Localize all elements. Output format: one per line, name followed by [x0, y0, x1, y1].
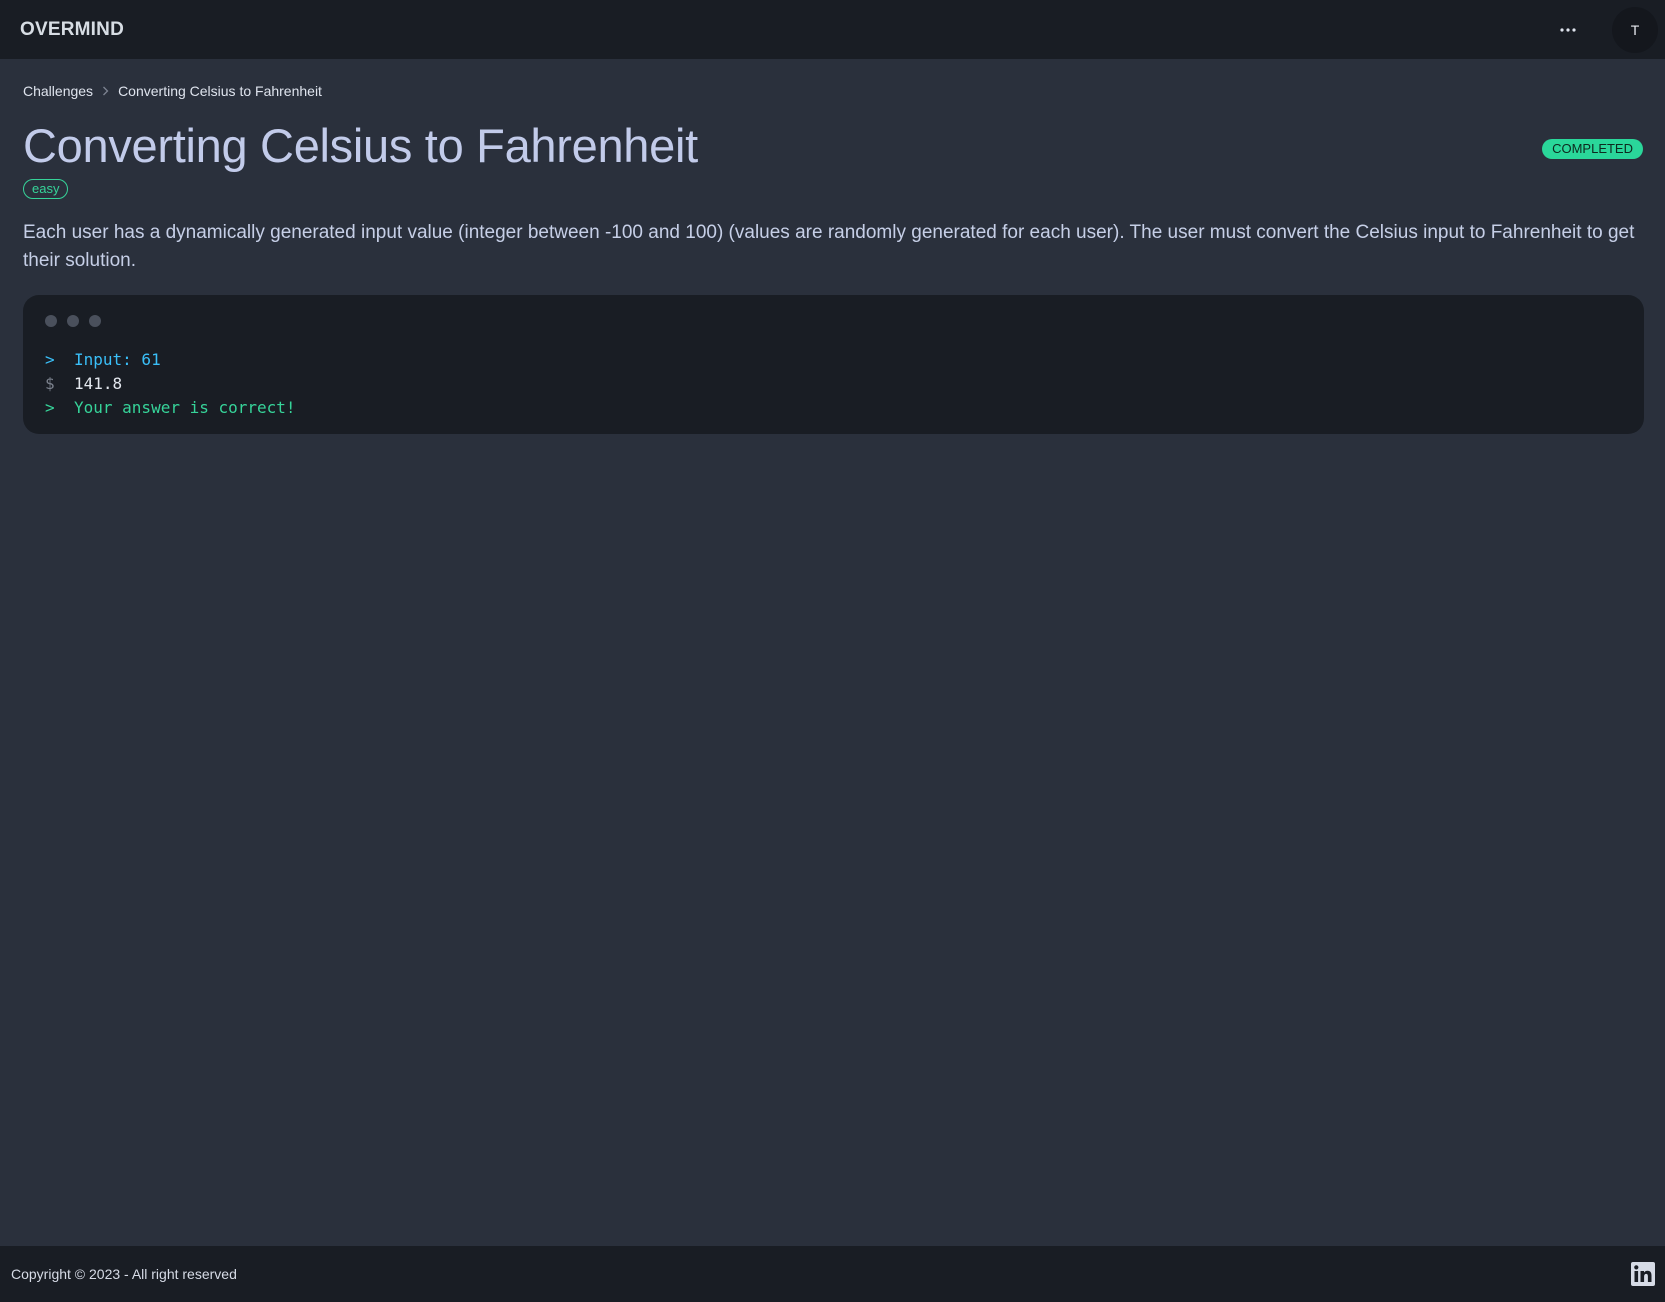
terminal-line-text: Your answer is correct! — [74, 398, 296, 418]
terminal-line-answer: $ 141.8 — [45, 372, 1622, 396]
window-dot — [67, 315, 79, 328]
linkedin-icon[interactable] — [1631, 1262, 1655, 1286]
difficulty-badge: easy — [23, 179, 69, 200]
breadcrumb: Challenges Converting Celsius to Fahrenh… — [23, 81, 1643, 101]
user-avatar[interactable]: T — [1612, 6, 1658, 53]
window-dots — [45, 315, 1622, 328]
terminal-lines: > Input: 61 $ 141.8 > Your answer is cor… — [45, 348, 1622, 420]
copyright-text: Copyright © 2023 - All right reserved — [11, 1266, 237, 1282]
challenge-description: Each user has a dynamically generated in… — [23, 222, 1635, 272]
terminal-line-result: > Your answer is correct! — [45, 396, 1622, 420]
terminal-output: > Input: 61 $ 141.8 > Your answer is cor… — [23, 295, 1644, 435]
status-badge: COMPLETED — [1542, 139, 1643, 159]
prompt-prefix: > — [45, 398, 55, 418]
prompt-prefix: $ — [45, 374, 55, 394]
top-navbar: OVERMIND T — [0, 0, 1665, 59]
ellipsis-icon — [1560, 27, 1576, 32]
window-dot — [89, 315, 101, 328]
navbar-actions: T — [1546, 0, 1665, 59]
terminal-line-text: 141.8 — [74, 374, 123, 394]
terminal-line-text: Input: 61 — [74, 350, 161, 370]
terminal-line-input: > Input: 61 — [45, 348, 1622, 372]
breadcrumb-current: Converting Celsius to Fahrenheit — [118, 83, 322, 99]
page-title: Converting Celsius to Fahrenheit — [23, 119, 698, 172]
prompt-prefix: > — [45, 350, 55, 370]
chevron-right-icon — [102, 86, 109, 96]
more-options-button[interactable] — [1546, 8, 1590, 52]
window-dot — [45, 315, 57, 328]
title-row: Converting Celsius to Fahrenheit COMPLET… — [23, 119, 1643, 173]
breadcrumb-challenges-link[interactable]: Challenges — [23, 83, 93, 99]
page-footer: Copyright © 2023 - All right reserved — [0, 1246, 1665, 1302]
challenge-content: Challenges Converting Celsius to Fahrenh… — [23, 59, 1644, 435]
brand-logo[interactable]: OVERMIND — [20, 19, 124, 41]
